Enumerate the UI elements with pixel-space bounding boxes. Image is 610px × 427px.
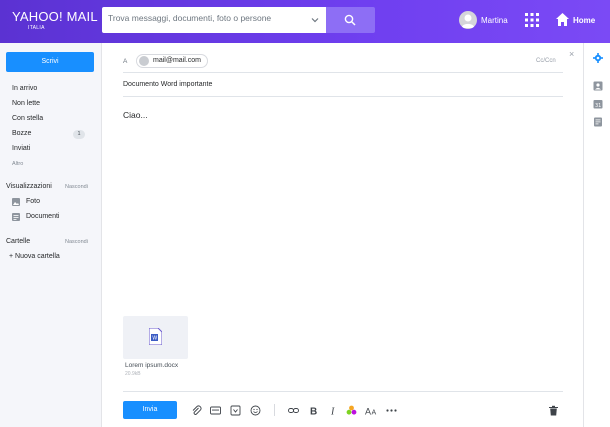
home-link[interactable]: Home [573,16,595,25]
to-label: A [123,58,128,65]
views-hide-link[interactable]: Nascondi [65,184,88,190]
bold-icon[interactable]: B [308,405,319,417]
document-icon [12,213,20,221]
contacts-icon[interactable] [593,81,603,91]
apps-grid-icon[interactable] [525,13,539,27]
new-folder-link[interactable]: + Nuova cartella [9,253,60,260]
trash-icon[interactable] [548,405,559,416]
sidebar-item-sent[interactable]: Inviati [12,145,30,152]
sidebar-item-unread[interactable]: Non lette [12,100,40,107]
yahoo-mail-logo[interactable]: YAHOO! MAIL ITALIA [12,9,98,31]
recipient-avatar [139,56,149,66]
search-icon [344,14,356,26]
sidebar-item-starred[interactable]: Con stella [12,115,43,122]
toolbar-divider [274,404,275,416]
svg-text:A: A [372,410,377,417]
more-options-icon[interactable] [386,405,397,416]
divider [123,72,563,73]
attach-icon[interactable] [191,405,202,416]
settings-gear-icon[interactable] [593,53,603,63]
logo-text: YAHOO! MAIL [12,9,98,24]
folders-section-title: Cartelle [6,238,31,245]
notepad-icon[interactable] [593,117,603,127]
divider [123,96,563,97]
color-palette-icon[interactable] [346,405,357,416]
subject-field[interactable]: Documento Word importante [123,81,212,88]
sidebar-more-link[interactable]: Altro [12,161,23,167]
message-body[interactable]: Ciao... [123,110,148,120]
word-document-icon: W [149,328,162,345]
recipient-chip[interactable]: mail@mail.com [136,54,208,68]
folders-hide-link[interactable]: Nascondi [65,239,88,245]
compose-button[interactable]: Scrivi [6,52,94,72]
svg-text:31: 31 [595,103,601,109]
avatar[interactable] [459,11,477,29]
views-section-title: Visualizzazioni [6,183,52,190]
cc-bcc-link[interactable]: Cc/Ccn [536,58,556,64]
send-button[interactable]: Invia [123,401,177,419]
divider [123,391,563,392]
attachment-size: 20.9kB [125,371,141,377]
search-input[interactable] [108,13,298,23]
attachment-name: Lorem ipsum.docx [125,362,179,369]
search-button[interactable] [326,7,375,33]
user-icon [461,14,475,28]
logo-subtitle: ITALIA [28,25,45,31]
attachment-card[interactable]: W [123,316,188,359]
italic-icon[interactable]: I [328,405,339,417]
svg-text:I: I [330,407,335,417]
sidebar-item-documents[interactable]: Documenti [26,213,59,220]
emoji-icon[interactable] [250,405,261,416]
sidebar-item-drafts[interactable]: Bozze [12,130,31,137]
recipient-email: mail@mail.com [153,57,201,64]
svg-text:W: W [152,336,157,342]
drafts-count-badge: 1 [73,130,85,139]
user-name[interactable]: Martina [481,16,508,25]
sidebar-item-photos[interactable]: Foto [26,198,40,205]
gif-icon[interactable] [210,405,221,416]
chevron-down-icon[interactable] [310,15,320,25]
close-icon[interactable]: × [569,49,574,59]
link-icon[interactable] [288,405,299,416]
sidebar-item-inbox[interactable]: In arrivo [12,85,37,92]
sidebar: Scrivi In arrivo Non lette Con stella Bo… [0,43,102,427]
compose-panel: A mail@mail.com Cc/Ccn × Documento Word … [103,43,583,427]
font-size-icon[interactable]: A A [365,405,378,417]
sticker-icon[interactable] [230,405,241,416]
svg-text:B: B [310,407,317,417]
home-icon[interactable] [555,12,570,27]
calendar-icon[interactable]: 31 [593,99,603,109]
photo-icon [12,198,20,206]
search-box[interactable] [102,7,326,33]
svg-text:A: A [365,407,371,417]
top-header: YAHOO! MAIL ITALIA Martina Home [0,0,610,43]
right-rail: 31 [583,43,610,427]
